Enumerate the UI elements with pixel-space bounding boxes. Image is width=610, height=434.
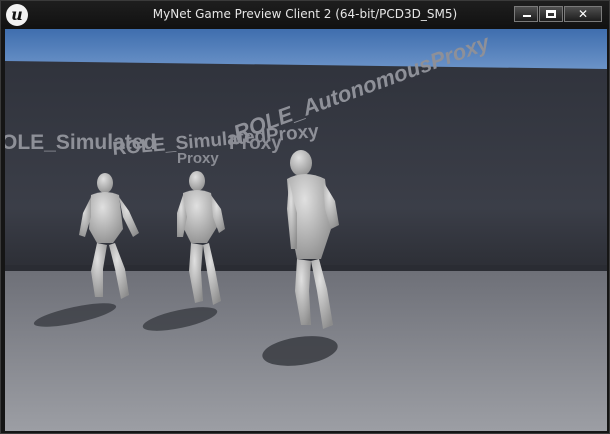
maximize-button[interactable] bbox=[539, 6, 563, 22]
close-button[interactable]: ✕ bbox=[564, 6, 602, 22]
minimize-icon bbox=[523, 15, 531, 17]
maximize-icon bbox=[546, 10, 556, 18]
close-icon: ✕ bbox=[577, 7, 589, 21]
game-window: u MyNet Game Preview Client 2 (64-bit/PC… bbox=[0, 0, 610, 434]
label-proxy-a: Proxy bbox=[177, 150, 219, 167]
scene-svg: OLE_Simulated ROLE_SimulatedProxy Proxy … bbox=[5, 29, 607, 431]
title-bar[interactable]: u MyNet Game Preview Client 2 (64-bit/PC… bbox=[1, 1, 609, 29]
game-viewport[interactable]: OLE_Simulated ROLE_SimulatedProxy Proxy … bbox=[5, 29, 607, 431]
minimize-button[interactable] bbox=[514, 6, 538, 22]
